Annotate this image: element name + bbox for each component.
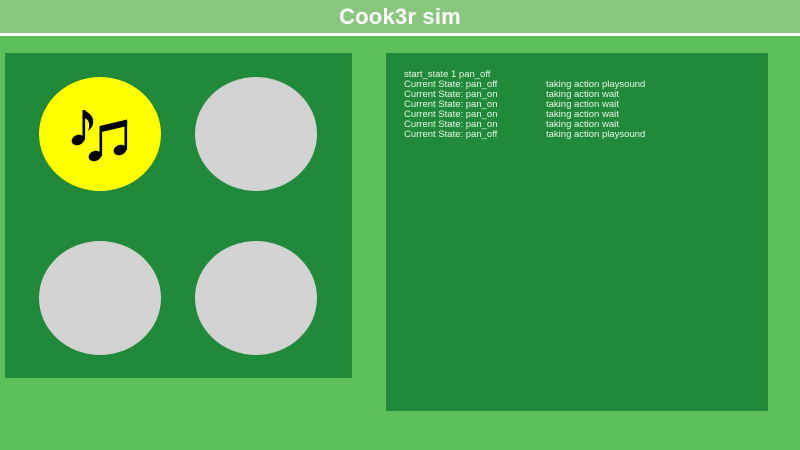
sound-pad-3[interactable]: [39, 241, 161, 355]
sound-pad-4[interactable]: [195, 241, 317, 355]
sound-pad-2[interactable]: [195, 77, 317, 191]
log-entry: Current State: pan_off taking action pla…: [404, 130, 768, 140]
music-notes-icon: [68, 104, 132, 164]
sound-pad-1[interactable]: [39, 77, 161, 191]
log-entry-state: Current State: pan_off: [404, 129, 498, 140]
log-entry-action: taking action playsound: [546, 129, 646, 140]
app-header: Cook3r sim: [0, 0, 800, 33]
pad-panel: [5, 53, 352, 378]
app-title: Cook3r sim: [339, 3, 461, 29]
header-divider: [0, 33, 800, 36]
state-log-panel: start_state 1 pan_off Current State: pan…: [386, 53, 768, 411]
